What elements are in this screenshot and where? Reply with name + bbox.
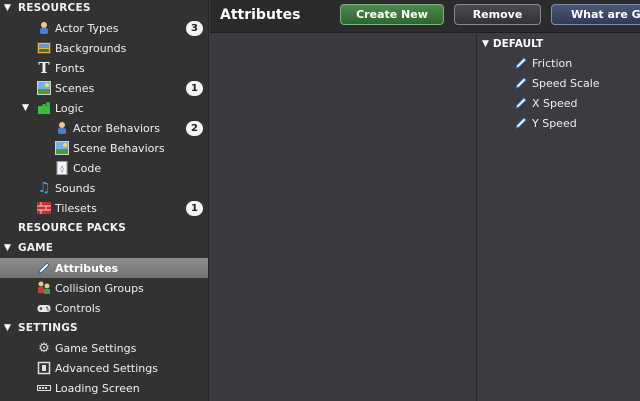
- actor-icon: [55, 121, 69, 135]
- page-header: Attributes Create New Remove What are Ga: [210, 0, 640, 33]
- pencil-icon: [37, 261, 51, 275]
- sidebar-item-code[interactable]: ◊ Code: [0, 158, 208, 178]
- remove-button[interactable]: Remove: [454, 4, 541, 25]
- sidebar-item-fonts[interactable]: T Fonts: [0, 58, 208, 78]
- attribute-item-friction[interactable]: Friction: [514, 53, 572, 73]
- sidebar-item-backgrounds[interactable]: Backgrounds: [0, 38, 208, 58]
- sidebar-item-advanced-settings[interactable]: Advanced Settings: [0, 358, 208, 378]
- pencil-icon: [514, 96, 528, 110]
- attribute-item-x-speed[interactable]: X Speed: [514, 93, 578, 113]
- attributes-list-panel: ▼ DEFAULT Friction Speed Scale X Speed Y…: [477, 34, 640, 401]
- loading-bar-icon: [37, 381, 51, 395]
- scene-icon: [37, 81, 51, 95]
- attribute-group-default[interactable]: ▼ DEFAULT: [482, 34, 543, 54]
- svg-text:◊: ◊: [60, 165, 64, 173]
- what-are-game-attributes-button[interactable]: What are Ga: [551, 4, 640, 25]
- collapse-triangle-icon[interactable]: ▼: [4, 243, 11, 253]
- count-badge: 2: [186, 120, 203, 136]
- pencil-icon: [514, 76, 528, 90]
- sidebar-item-controls[interactable]: Controls: [0, 298, 208, 318]
- count-badge: 1: [186, 200, 203, 216]
- attribute-item-speed-scale[interactable]: Speed Scale: [514, 73, 600, 93]
- collapse-triangle-icon[interactable]: ▼: [4, 3, 11, 13]
- section-resource-packs[interactable]: RESOURCE PACKS: [0, 218, 208, 238]
- gamepad-icon: [37, 301, 51, 315]
- sidebar-item-attributes[interactable]: Attributes: [0, 258, 208, 278]
- sidebar-item-scene-behaviors[interactable]: Scene Behaviors: [0, 138, 208, 158]
- sidebar-item-tilesets[interactable]: Tilesets 1: [0, 198, 208, 218]
- sidebar-item-logic[interactable]: ▼ Logic: [0, 98, 208, 118]
- puzzle-piece-icon: [37, 101, 51, 115]
- advanced-settings-icon: [37, 361, 51, 375]
- pencil-icon: [514, 56, 528, 70]
- page-title: Attributes: [220, 7, 301, 23]
- actor-icon: [37, 21, 51, 35]
- sidebar-item-collision-groups[interactable]: Collision Groups: [0, 278, 208, 298]
- section-game[interactable]: ▼ GAME: [0, 238, 208, 258]
- sidebar: ▼ RESOURCES Actor Types 3 Backgrounds T …: [0, 0, 209, 401]
- collapse-triangle-icon[interactable]: ▼: [22, 103, 29, 113]
- sidebar-item-actor-behaviors[interactable]: Actor Behaviors 2: [0, 118, 208, 138]
- code-file-icon: ◊: [55, 161, 69, 175]
- gear-icon: ⚙: [38, 340, 50, 356]
- collision-groups-icon: [37, 281, 51, 295]
- count-badge: 3: [186, 20, 203, 36]
- attribute-editor-area: [210, 34, 476, 401]
- pencil-icon: [514, 116, 528, 130]
- section-resources[interactable]: ▼ RESOURCES: [0, 0, 208, 18]
- section-settings[interactable]: ▼ SETTINGS: [0, 318, 208, 338]
- sidebar-item-game-settings[interactable]: ⚙ Game Settings: [0, 338, 208, 358]
- music-note-icon: ♫: [37, 180, 51, 196]
- background-image-icon: [37, 41, 51, 55]
- collapse-triangle-icon[interactable]: ▼: [482, 39, 489, 49]
- collapse-triangle-icon[interactable]: ▼: [4, 323, 11, 333]
- font-icon: T: [38, 59, 50, 77]
- scene-icon: [55, 141, 69, 155]
- sidebar-item-loading-screen[interactable]: Loading Screen: [0, 378, 208, 398]
- count-badge: 1: [186, 80, 203, 96]
- sidebar-item-actor-types[interactable]: Actor Types 3: [0, 18, 208, 38]
- attribute-item-y-speed[interactable]: Y Speed: [514, 113, 577, 133]
- create-new-button[interactable]: Create New: [340, 4, 444, 25]
- tileset-icon: [37, 201, 51, 215]
- sidebar-item-scenes[interactable]: Scenes 1: [0, 78, 208, 98]
- sidebar-item-sounds[interactable]: ♫ Sounds: [0, 178, 208, 198]
